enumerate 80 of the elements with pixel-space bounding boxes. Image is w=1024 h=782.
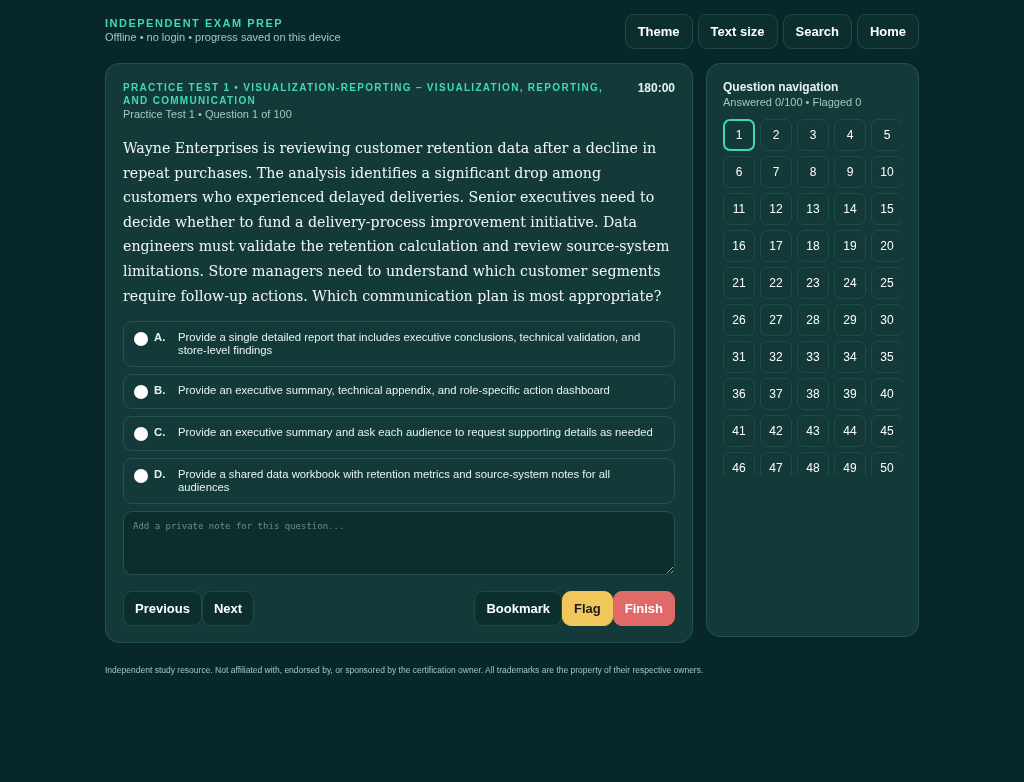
- header-button[interactable]: Search: [782, 14, 852, 49]
- question-number-button[interactable]: 37: [760, 378, 792, 410]
- question-number-button[interactable]: 9: [834, 156, 866, 188]
- question-number-button[interactable]: 11: [723, 193, 755, 225]
- question-number-button[interactable]: 42: [760, 415, 792, 447]
- question-number-button[interactable]: 21: [723, 267, 755, 299]
- question-number-button[interactable]: 24: [834, 267, 866, 299]
- question-number-button[interactable]: 40: [871, 378, 902, 410]
- question-number-button[interactable]: 1: [723, 119, 755, 151]
- panel-title: Question navigation: [723, 80, 840, 94]
- question-number-button[interactable]: 27: [760, 304, 792, 336]
- question-number-button[interactable]: 33: [797, 341, 829, 373]
- question-number-button[interactable]: 10: [871, 156, 902, 188]
- question-number-button[interactable]: 31: [723, 341, 755, 373]
- question-number-button[interactable]: 7: [760, 156, 792, 188]
- test-heading: PRACTICE TEST 1 • VISUALIZATION-REPORTING – VISUALIZATION, REPORTING, AND COMMUNICATION: [123, 81, 605, 107]
- question-number-button[interactable]: 41: [723, 415, 755, 447]
- question-number-button[interactable]: 2: [760, 119, 792, 151]
- question-number-button[interactable]: 47: [760, 452, 792, 475]
- nav-button[interactable]: Previous: [123, 591, 202, 627]
- note-field[interactable]: Add a private note for this question...: [123, 511, 675, 576]
- answer-option[interactable]: C. Provide an executive summary and ask each audience to request supporting details as needed: [123, 416, 675, 452]
- question-number-button[interactable]: 19: [834, 230, 866, 262]
- header-button[interactable]: Home: [856, 14, 919, 49]
- question-number-button[interactable]: 17: [760, 230, 792, 262]
- question-number-button[interactable]: 30: [871, 304, 902, 336]
- question-number-button[interactable]: 22: [760, 267, 792, 299]
- question-number-button[interactable]: 38: [797, 378, 829, 410]
- header-button[interactable]: Theme: [624, 14, 693, 49]
- question-number-button[interactable]: 36: [723, 378, 755, 410]
- question-number-button[interactable]: 4: [834, 119, 866, 151]
- question-number-button[interactable]: 45: [871, 415, 902, 447]
- question-number-button[interactable]: 16: [723, 230, 755, 262]
- brand-title: INDEPENDENT EXAM PREP: [105, 17, 285, 29]
- option-text: Provide an executive summary, technical appendix, and role-specific action dashboard: [178, 384, 610, 398]
- question-number-button[interactable]: 28: [797, 304, 829, 336]
- option-letter: C.: [154, 426, 167, 440]
- question-number-button[interactable]: 5: [871, 119, 902, 151]
- nav-button[interactable]: Bookmark: [474, 591, 562, 627]
- answer-option[interactable]: A. Provide a single detailed report that includes executive conclusions, technical validation, and store-level findings: [123, 321, 675, 368]
- header-button[interactable]: Text size: [697, 14, 778, 49]
- question-number-button[interactable]: 32: [760, 341, 792, 373]
- question-number-button[interactable]: 46: [723, 452, 755, 475]
- answer-option[interactable]: D. Provide a shared data workbook with retention metrics and source-system notes for all audiences: [123, 458, 675, 505]
- nav-button[interactable]: Next: [201, 591, 255, 627]
- question-number-button[interactable]: 34: [834, 341, 866, 373]
- option-letter: A.: [154, 331, 167, 345]
- question-number-button[interactable]: 6: [723, 156, 755, 188]
- question-number-button[interactable]: 20: [871, 230, 902, 262]
- question-number-button[interactable]: 18: [797, 230, 829, 262]
- question-number-button[interactable]: 43: [797, 415, 829, 447]
- question-number-button[interactable]: 50: [871, 452, 902, 475]
- question-number-button[interactable]: 8: [797, 156, 829, 188]
- question-number-button[interactable]: 13: [797, 193, 829, 225]
- nav-button[interactable]: Flag: [562, 591, 613, 627]
- question-number-button[interactable]: 23: [797, 267, 829, 299]
- question-number-button[interactable]: 48: [797, 452, 829, 475]
- question-number-button[interactable]: 44: [834, 415, 866, 447]
- question-number-button[interactable]: 49: [834, 452, 866, 475]
- question-number-button[interactable]: 29: [834, 304, 866, 336]
- question-counter: Practice Test 1 • Question 1 of 100: [123, 108, 293, 120]
- option-letter: D.: [154, 468, 167, 482]
- question-number-button[interactable]: 12: [760, 193, 792, 225]
- question-number-button[interactable]: 14: [834, 193, 866, 225]
- option-letter: B.: [154, 384, 167, 398]
- option-text: Provide an executive summary and ask each audience to request supporting details as needed: [178, 426, 653, 440]
- disclaimer-text: Independent study resource. Not affiliated with, endorsed by, or sponsored by the certification owner. All trademarks are the property of their respective owners.: [105, 665, 705, 676]
- question-number-button[interactable]: 15: [871, 193, 902, 225]
- timer: 180:00: [637, 81, 675, 97]
- answer-option[interactable]: B. Provide an executive summary, technical appendix, and role-specific action dashboard: [123, 374, 675, 410]
- status-text: Offline • no login • progress saved on this device: [105, 31, 341, 43]
- question-number-button[interactable]: 25: [871, 267, 902, 299]
- question-number-button[interactable]: 39: [834, 378, 866, 410]
- question-number-button[interactable]: 35: [871, 341, 902, 373]
- question-text: Wayne Enterprises is reviewing customer retention data after a decline in repeat purchases. The analysis identifies a significant drop among customers who experienced delayed deliveries. Senior executives need to decide whether to fund a delivery-process improvement initiative. Data engineers must validate the retention calculation and review source-system limitations. Store managers need to understand which customer segments require follow-up actions. Which communication plan is most appropriate?: [123, 139, 671, 306]
- option-text: Provide a single detailed report that includes executive conclusions, technical validation, and store-level findings: [178, 331, 642, 358]
- question-number-button[interactable]: 26: [723, 304, 755, 336]
- progress-summary: Answered 0/100 • Flagged 0: [723, 96, 863, 108]
- option-text: Provide a shared data workbook with retention metrics and source-system notes for all audiences: [178, 468, 611, 495]
- question-number-button[interactable]: 3: [797, 119, 829, 151]
